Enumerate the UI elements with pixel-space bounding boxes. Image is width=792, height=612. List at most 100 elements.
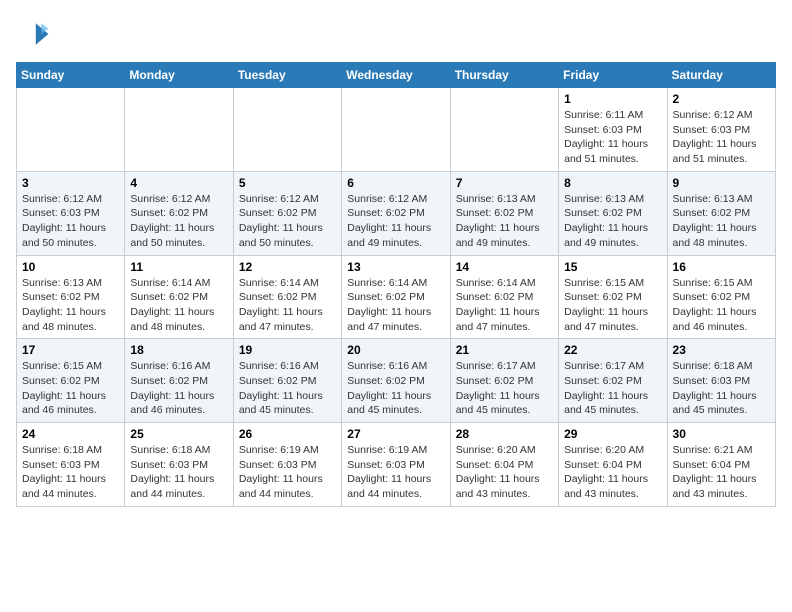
day-number: 30 bbox=[673, 427, 770, 441]
calendar-cell: 22 Sunrise: 6:17 AM Sunset: 6:02 PM Dayli… bbox=[559, 339, 667, 423]
day-info: Sunrise: 6:13 AM Sunset: 6:02 PM Dayligh… bbox=[673, 192, 770, 251]
calendar-table: SundayMondayTuesdayWednesdayThursdayFrid… bbox=[16, 62, 776, 507]
page-header bbox=[16, 16, 776, 52]
calendar-cell: 21 Sunrise: 6:17 AM Sunset: 6:02 PM Dayli… bbox=[450, 339, 558, 423]
day-number: 9 bbox=[673, 176, 770, 190]
day-of-week-header: Thursday bbox=[450, 63, 558, 88]
day-of-week-header: Tuesday bbox=[233, 63, 341, 88]
day-of-week-header: Sunday bbox=[17, 63, 125, 88]
day-info: Sunrise: 6:18 AM Sunset: 6:03 PM Dayligh… bbox=[673, 359, 770, 418]
day-info: Sunrise: 6:21 AM Sunset: 6:04 PM Dayligh… bbox=[673, 443, 770, 502]
day-number: 26 bbox=[239, 427, 336, 441]
day-info: Sunrise: 6:14 AM Sunset: 6:02 PM Dayligh… bbox=[456, 276, 553, 335]
calendar-cell: 13 Sunrise: 6:14 AM Sunset: 6:02 PM Dayli… bbox=[342, 255, 450, 339]
day-of-week-header: Friday bbox=[559, 63, 667, 88]
calendar-cell: 9 Sunrise: 6:13 AM Sunset: 6:02 PM Daylig… bbox=[667, 171, 775, 255]
day-info: Sunrise: 6:12 AM Sunset: 6:02 PM Dayligh… bbox=[130, 192, 227, 251]
calendar-cell: 7 Sunrise: 6:13 AM Sunset: 6:02 PM Daylig… bbox=[450, 171, 558, 255]
day-number: 14 bbox=[456, 260, 553, 274]
day-number: 12 bbox=[239, 260, 336, 274]
day-info: Sunrise: 6:13 AM Sunset: 6:02 PM Dayligh… bbox=[456, 192, 553, 251]
calendar-cell: 17Sunrise: 6:15 AM Sunset: 6:02 PM Dayli… bbox=[17, 339, 125, 423]
day-of-week-header: Saturday bbox=[667, 63, 775, 88]
day-of-week-header: Monday bbox=[125, 63, 233, 88]
calendar-cell: 6 Sunrise: 6:12 AM Sunset: 6:02 PM Daylig… bbox=[342, 171, 450, 255]
day-number: 29 bbox=[564, 427, 661, 441]
calendar-cell bbox=[342, 88, 450, 172]
day-number: 15 bbox=[564, 260, 661, 274]
day-info: Sunrise: 6:13 AM Sunset: 6:02 PM Dayligh… bbox=[564, 192, 661, 251]
day-info: Sunrise: 6:12 AM Sunset: 6:02 PM Dayligh… bbox=[239, 192, 336, 251]
day-number: 7 bbox=[456, 176, 553, 190]
calendar-cell: 2 Sunrise: 6:12 AM Sunset: 6:03 PM Daylig… bbox=[667, 88, 775, 172]
calendar-cell bbox=[233, 88, 341, 172]
day-number: 16 bbox=[673, 260, 770, 274]
calendar-cell: 1Sunrise: 6:11 AM Sunset: 6:03 PM Daylig… bbox=[559, 88, 667, 172]
calendar-cell: 20 Sunrise: 6:16 AM Sunset: 6:02 PM Dayli… bbox=[342, 339, 450, 423]
calendar-cell: 24 Sunrise: 6:18 AM Sunset: 6:03 PM Dayli… bbox=[17, 423, 125, 507]
day-number: 21 bbox=[456, 343, 553, 357]
calendar-cell: 23 Sunrise: 6:18 AM Sunset: 6:03 PM Dayli… bbox=[667, 339, 775, 423]
calendar-cell: 15 Sunrise: 6:15 AM Sunset: 6:02 PM Dayli… bbox=[559, 255, 667, 339]
day-info: Sunrise: 6:13 AM Sunset: 6:02 PM Dayligh… bbox=[22, 276, 119, 335]
day-info: Sunrise: 6:11 AM Sunset: 6:03 PM Dayligh… bbox=[564, 108, 661, 167]
calendar-cell: 25Sunrise: 6:18 AM Sunset: 6:03 PM Dayli… bbox=[125, 423, 233, 507]
day-number: 6 bbox=[347, 176, 444, 190]
day-of-week-header: Wednesday bbox=[342, 63, 450, 88]
day-number: 27 bbox=[347, 427, 444, 441]
day-info: Sunrise: 6:16 AM Sunset: 6:02 PM Dayligh… bbox=[130, 359, 227, 418]
day-info: Sunrise: 6:12 AM Sunset: 6:02 PM Dayligh… bbox=[347, 192, 444, 251]
logo bbox=[16, 16, 58, 52]
calendar-week-row: 10 Sunrise: 6:13 AM Sunset: 6:02 PM Dayli… bbox=[17, 255, 776, 339]
calendar-cell: 12 Sunrise: 6:14 AM Sunset: 6:02 PM Dayli… bbox=[233, 255, 341, 339]
day-info: Sunrise: 6:19 AM Sunset: 6:03 PM Dayligh… bbox=[347, 443, 444, 502]
calendar-cell: 28Sunrise: 6:20 AM Sunset: 6:04 PM Dayli… bbox=[450, 423, 558, 507]
day-info: Sunrise: 6:15 AM Sunset: 6:02 PM Dayligh… bbox=[564, 276, 661, 335]
calendar-cell: 18 Sunrise: 6:16 AM Sunset: 6:02 PM Dayli… bbox=[125, 339, 233, 423]
day-number: 17 bbox=[22, 343, 119, 357]
day-info: Sunrise: 6:14 AM Sunset: 6:02 PM Dayligh… bbox=[347, 276, 444, 335]
calendar-cell: 30 Sunrise: 6:21 AM Sunset: 6:04 PM Dayli… bbox=[667, 423, 775, 507]
calendar-cell: 3Sunrise: 6:12 AM Sunset: 6:03 PM Daylig… bbox=[17, 171, 125, 255]
day-number: 24 bbox=[22, 427, 119, 441]
calendar-cell: 27 Sunrise: 6:19 AM Sunset: 6:03 PM Dayli… bbox=[342, 423, 450, 507]
calendar-week-row: 17Sunrise: 6:15 AM Sunset: 6:02 PM Dayli… bbox=[17, 339, 776, 423]
calendar-cell: 8 Sunrise: 6:13 AM Sunset: 6:02 PM Daylig… bbox=[559, 171, 667, 255]
day-info: Sunrise: 6:19 AM Sunset: 6:03 PM Dayligh… bbox=[239, 443, 336, 502]
day-info: Sunrise: 6:16 AM Sunset: 6:02 PM Dayligh… bbox=[347, 359, 444, 418]
calendar-cell bbox=[125, 88, 233, 172]
day-number: 18 bbox=[130, 343, 227, 357]
calendar-week-row: 3Sunrise: 6:12 AM Sunset: 6:03 PM Daylig… bbox=[17, 171, 776, 255]
calendar-week-row: 24 Sunrise: 6:18 AM Sunset: 6:03 PM Dayli… bbox=[17, 423, 776, 507]
logo-icon bbox=[16, 16, 52, 52]
day-info: Sunrise: 6:17 AM Sunset: 6:02 PM Dayligh… bbox=[564, 359, 661, 418]
day-number: 23 bbox=[673, 343, 770, 357]
day-info: Sunrise: 6:12 AM Sunset: 6:03 PM Dayligh… bbox=[22, 192, 119, 251]
calendar-cell: 4 Sunrise: 6:12 AM Sunset: 6:02 PM Daylig… bbox=[125, 171, 233, 255]
day-number: 4 bbox=[130, 176, 227, 190]
day-number: 25 bbox=[130, 427, 227, 441]
calendar-cell bbox=[17, 88, 125, 172]
calendar-cell: 11 Sunrise: 6:14 AM Sunset: 6:02 PM Dayli… bbox=[125, 255, 233, 339]
day-info: Sunrise: 6:17 AM Sunset: 6:02 PM Dayligh… bbox=[456, 359, 553, 418]
day-number: 13 bbox=[347, 260, 444, 274]
day-number: 19 bbox=[239, 343, 336, 357]
calendar-cell bbox=[450, 88, 558, 172]
day-number: 10 bbox=[22, 260, 119, 274]
calendar-cell: 14 Sunrise: 6:14 AM Sunset: 6:02 PM Dayli… bbox=[450, 255, 558, 339]
day-number: 8 bbox=[564, 176, 661, 190]
day-info: Sunrise: 6:20 AM Sunset: 6:04 PM Dayligh… bbox=[564, 443, 661, 502]
calendar-cell: 26 Sunrise: 6:19 AM Sunset: 6:03 PM Dayli… bbox=[233, 423, 341, 507]
day-number: 22 bbox=[564, 343, 661, 357]
day-info: Sunrise: 6:12 AM Sunset: 6:03 PM Dayligh… bbox=[673, 108, 770, 167]
day-number: 2 bbox=[673, 92, 770, 106]
calendar-cell: 5Sunrise: 6:12 AM Sunset: 6:02 PM Daylig… bbox=[233, 171, 341, 255]
day-info: Sunrise: 6:14 AM Sunset: 6:02 PM Dayligh… bbox=[239, 276, 336, 335]
calendar-cell: 29 Sunrise: 6:20 AM Sunset: 6:04 PM Dayli… bbox=[559, 423, 667, 507]
day-number: 20 bbox=[347, 343, 444, 357]
calendar-cell: 19Sunrise: 6:16 AM Sunset: 6:02 PM Dayli… bbox=[233, 339, 341, 423]
calendar-cell: 10 Sunrise: 6:13 AM Sunset: 6:02 PM Dayli… bbox=[17, 255, 125, 339]
day-info: Sunrise: 6:18 AM Sunset: 6:03 PM Dayligh… bbox=[22, 443, 119, 502]
day-number: 11 bbox=[130, 260, 227, 274]
day-info: Sunrise: 6:14 AM Sunset: 6:02 PM Dayligh… bbox=[130, 276, 227, 335]
